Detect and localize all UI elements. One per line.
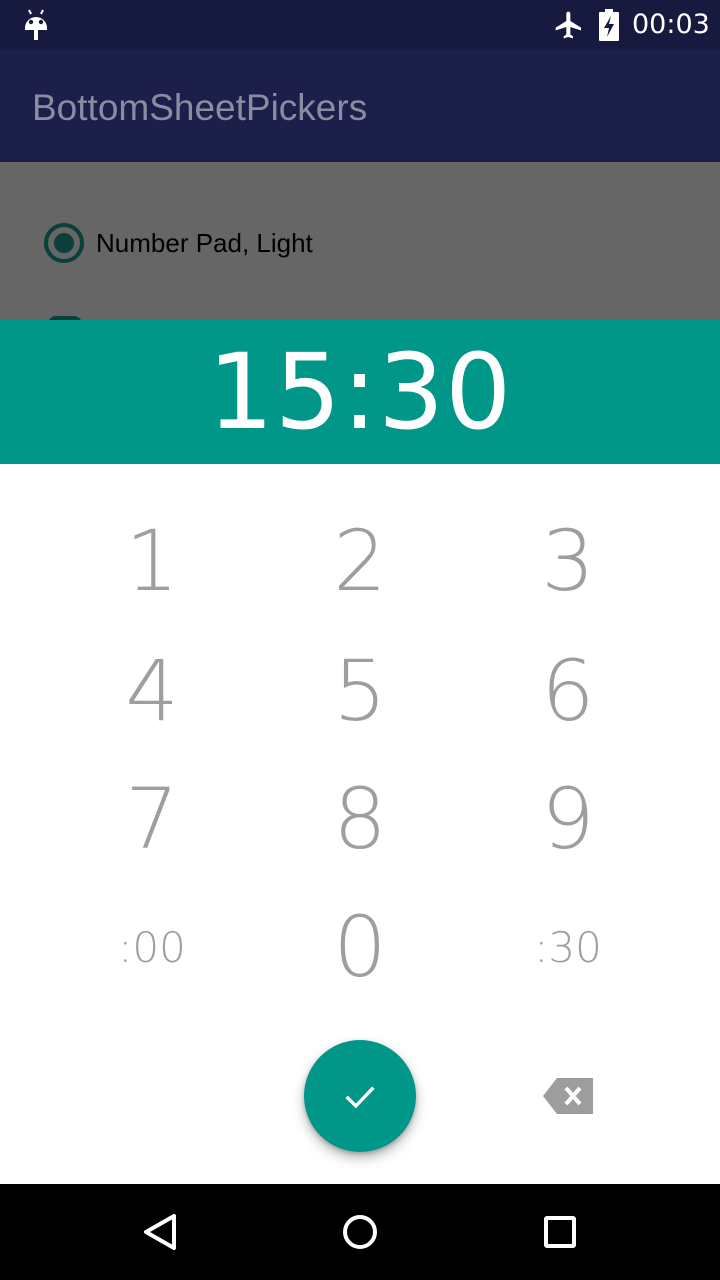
key-9[interactable]: 9	[468, 764, 668, 874]
confirm-button[interactable]	[304, 1040, 416, 1152]
check-icon	[345, 1086, 375, 1109]
number-pad-sheet: 1 2 3 4 5 6 7 8 9 :00 0 :30	[0, 464, 720, 1184]
recents-icon[interactable]	[536, 1208, 584, 1256]
time-display-header: 15:30	[0, 320, 720, 464]
key-2[interactable]: 2	[260, 506, 460, 616]
battery-charging-icon	[599, 9, 619, 41]
key-30-minutes[interactable]: :30	[468, 892, 668, 1002]
app-bar: BottomSheetPickers	[0, 50, 720, 162]
key-5[interactable]: 5	[260, 636, 460, 746]
status-bar: 00:03	[0, 0, 720, 50]
app-title: BottomSheetPickers	[32, 87, 368, 128]
radio-button[interactable]	[44, 223, 84, 263]
key-6[interactable]: 6	[468, 636, 668, 746]
backspace-button[interactable]	[540, 1074, 596, 1118]
background-content-scrim[interactable]: Number Pad, Light	[0, 162, 720, 324]
airplane-mode-icon	[555, 11, 581, 39]
key-7[interactable]: 7	[52, 764, 252, 874]
time-display: 15:30	[207, 331, 513, 453]
radio-option-number-pad-light[interactable]: Number Pad, Light	[44, 222, 313, 264]
navigation-bar	[0, 1184, 720, 1280]
status-clock: 00:03	[632, 9, 710, 40]
radio-button-dot	[54, 233, 74, 253]
backspace-icon	[543, 1078, 593, 1114]
key-4[interactable]: 4	[52, 636, 252, 746]
key-8[interactable]: 8	[260, 764, 460, 874]
back-icon[interactable]	[136, 1208, 184, 1256]
android-icon	[25, 9, 47, 40]
key-1[interactable]: 1	[52, 506, 252, 616]
key-3[interactable]: 3	[468, 506, 668, 616]
radio-option-label: Number Pad, Light	[96, 227, 313, 258]
key-0[interactable]: 0	[260, 892, 460, 1002]
key-00-minutes[interactable]: :00	[52, 892, 252, 1002]
home-icon[interactable]	[336, 1208, 384, 1256]
